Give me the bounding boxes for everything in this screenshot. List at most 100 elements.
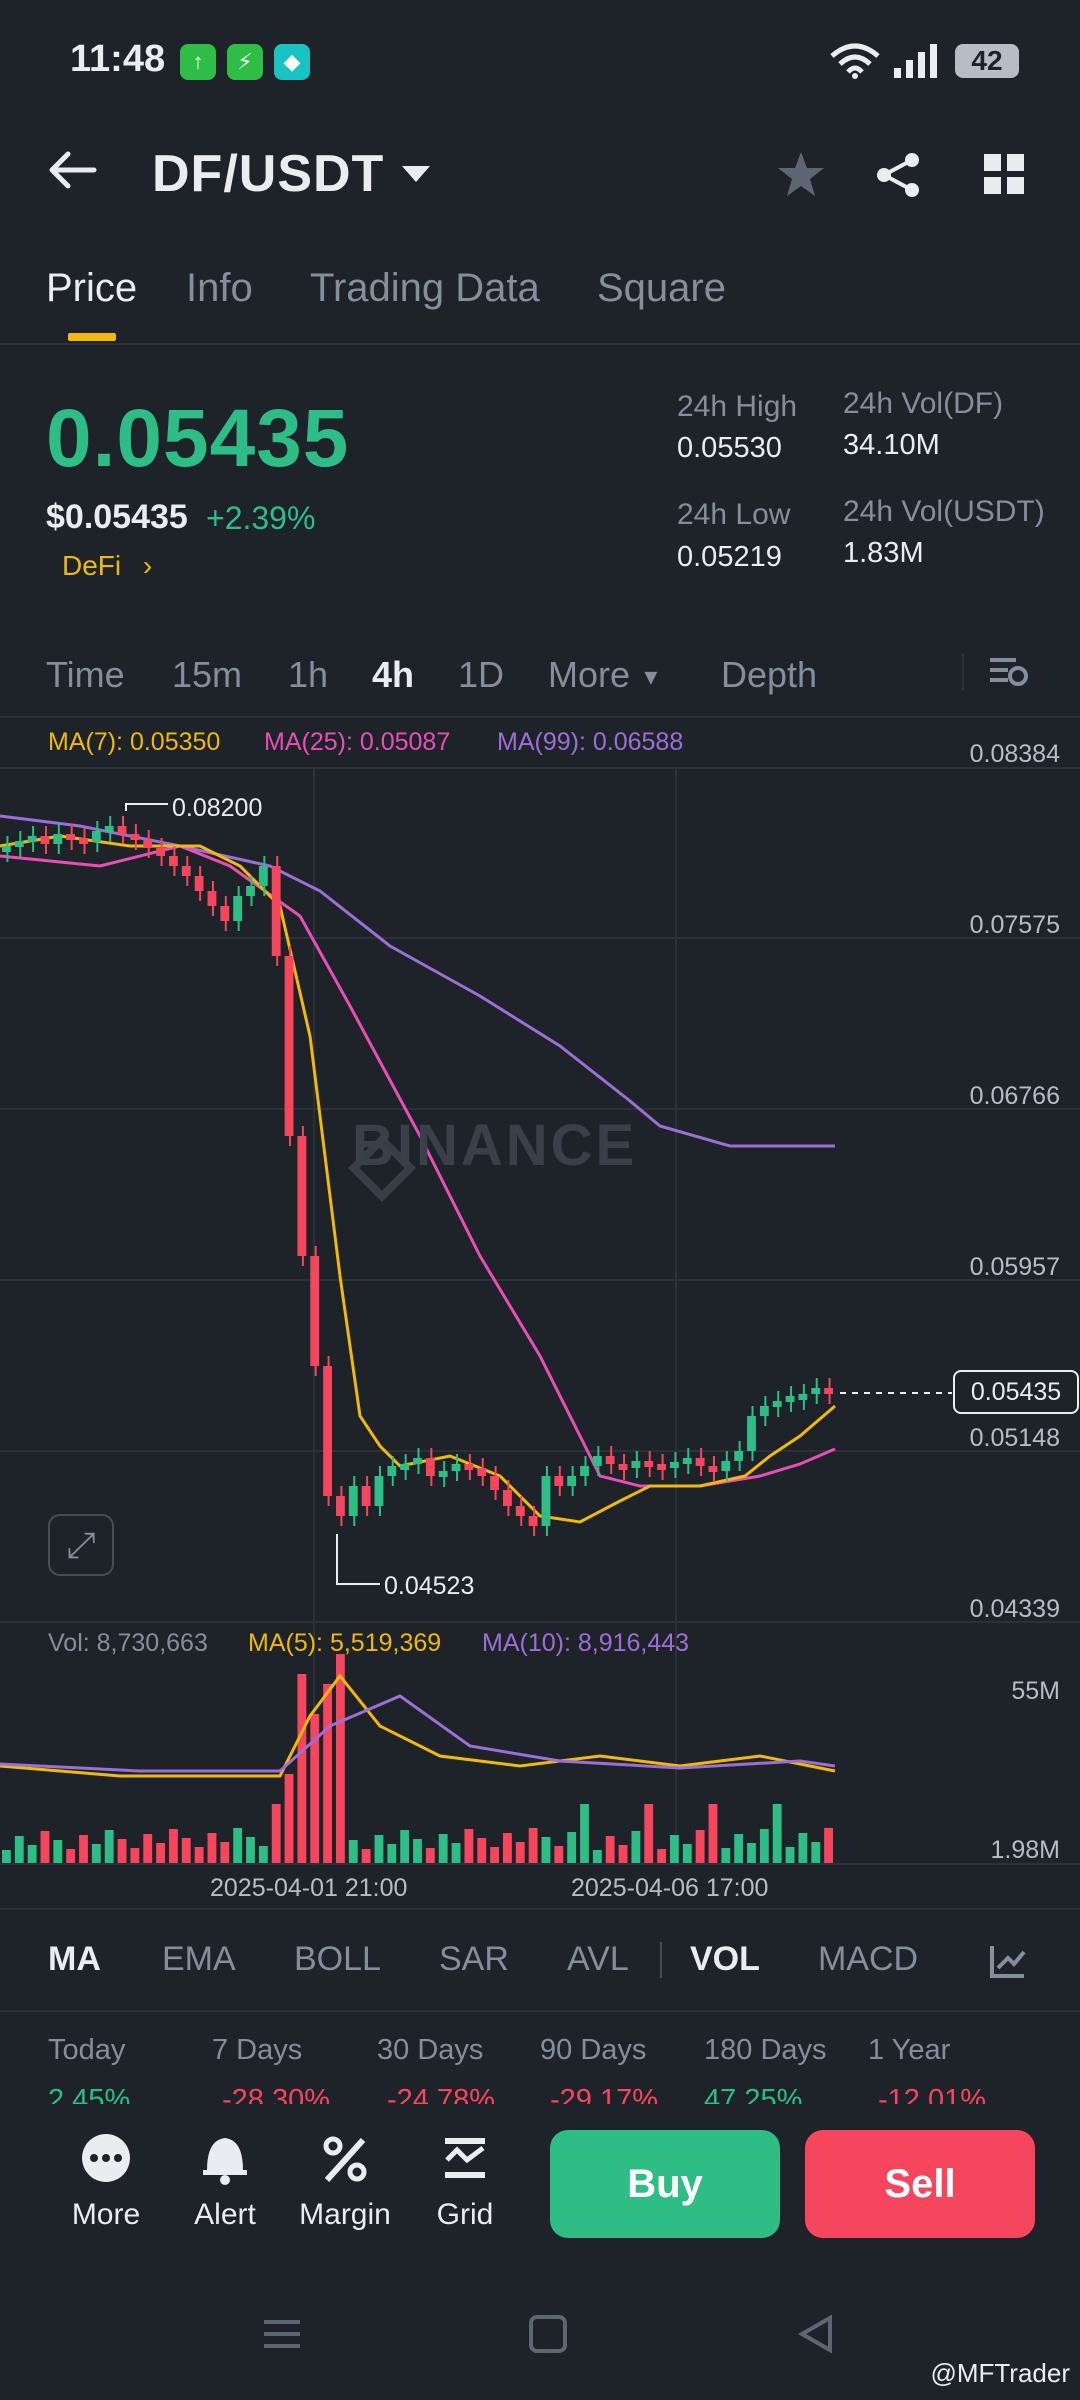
indicator-ema[interactable]: EMA xyxy=(162,1940,236,1979)
interval-1d[interactable]: 1D xyxy=(458,654,504,696)
interval-time[interactable]: Time xyxy=(46,654,125,696)
vol-ma5-line xyxy=(0,1673,836,1778)
back-nav-icon[interactable] xyxy=(796,2314,836,2354)
indicator-settings-icon[interactable] xyxy=(988,1942,1028,1980)
volume-bar xyxy=(91,1844,101,1864)
volume-bar xyxy=(207,1833,217,1864)
volume-bar xyxy=(246,1837,255,1864)
depth-button[interactable]: Depth xyxy=(721,654,817,696)
vpn-shield-icon: ◆ xyxy=(274,44,310,80)
24h-high-value: 0.05530 xyxy=(677,432,782,464)
last-price: 0.05435 xyxy=(46,393,350,484)
expand-chart-icon[interactable]: ⤢ xyxy=(48,1514,114,1576)
24h-vol-quote-value: 1.83M xyxy=(843,537,924,569)
candle-body xyxy=(387,1466,397,1476)
interval-4h[interactable]: 4h xyxy=(372,654,414,696)
interval-more[interactable]: More ▼ xyxy=(548,654,662,696)
pair-dropdown-caret-icon[interactable] xyxy=(402,166,430,182)
chevron-right-icon: › xyxy=(142,550,153,581)
volume-bar xyxy=(490,1847,499,1864)
candle-body xyxy=(644,1461,654,1467)
volume-ma5-legend: MA(5): 5,519,369 xyxy=(248,1629,442,1657)
grid-layout-icon[interactable] xyxy=(982,152,1026,196)
interval-15m[interactable]: 15m xyxy=(172,654,242,696)
24h-high-label: 24h High xyxy=(677,390,798,423)
volume-bar xyxy=(413,1839,422,1864)
candle-body xyxy=(258,866,268,886)
bell-icon xyxy=(203,2138,247,2185)
volume-bar xyxy=(425,1848,435,1864)
y-axis-label: 0.07575 xyxy=(969,911,1060,939)
indicator-ma[interactable]: MA xyxy=(48,1940,101,1979)
perf-label-7d: 7 Days xyxy=(212,2034,303,2066)
x-axis-label: 2025-04-01 21:00 xyxy=(210,1874,408,1902)
candle-body xyxy=(657,1464,666,1470)
candle-body xyxy=(695,1458,705,1466)
recent-apps-icon[interactable] xyxy=(262,2314,302,2354)
perf-value-30d: -24.78% xyxy=(387,2084,496,2104)
volume-y-bottom: 1.98M xyxy=(990,1836,1060,1864)
share-icon[interactable] xyxy=(874,150,924,200)
y-axis-label: 0.06766 xyxy=(969,1082,1060,1110)
candle-body xyxy=(361,1486,371,1506)
indicator-boll[interactable]: BOLL xyxy=(294,1940,381,1979)
candle-body xyxy=(451,1464,461,1471)
volume-bar xyxy=(336,1654,345,1864)
category-tag[interactable]: DeFi › xyxy=(62,550,152,582)
candle-body xyxy=(477,1468,487,1476)
candle-body xyxy=(747,1416,756,1451)
volume-bar xyxy=(181,1838,191,1864)
last-price-marker: 0.05435 xyxy=(953,1370,1079,1414)
candle-body xyxy=(143,840,153,848)
caret-down-icon: ▼ xyxy=(640,664,662,690)
candle-body xyxy=(233,896,243,921)
volume-bar xyxy=(361,1849,371,1864)
home-icon[interactable] xyxy=(528,2314,568,2354)
candlestick-chart[interactable] xyxy=(0,716,1080,1906)
tab-trading-data[interactable]: Trading Data xyxy=(310,266,540,311)
candle-body xyxy=(631,1461,641,1468)
candle-body xyxy=(682,1458,692,1464)
candle-body xyxy=(425,1458,435,1476)
indicator-avl[interactable]: AVL xyxy=(567,1940,629,1979)
indicator-vol[interactable]: VOL xyxy=(690,1940,760,1979)
tab-info[interactable]: Info xyxy=(186,266,253,311)
volume-bar xyxy=(567,1832,577,1864)
tab-price[interactable]: Price xyxy=(46,266,137,311)
candle-body xyxy=(104,826,114,832)
trading-pair-title[interactable]: DF/USDT xyxy=(152,144,384,204)
volume-bar xyxy=(772,1804,782,1864)
indicator-sar[interactable]: SAR xyxy=(439,1940,509,1979)
sell-button[interactable]: Sell xyxy=(805,2130,1035,2238)
volume-bar xyxy=(374,1835,384,1864)
volume-bar xyxy=(811,1842,821,1864)
favorite-star-icon[interactable] xyxy=(776,150,826,198)
candle-body xyxy=(503,1490,512,1506)
candle-body xyxy=(310,1256,320,1366)
volume-bar xyxy=(156,1843,165,1864)
tab-square[interactable]: Square xyxy=(597,266,726,311)
grid-label: Grid xyxy=(436,2198,494,2231)
volume-bar xyxy=(438,1834,448,1864)
volume-bar xyxy=(695,1830,705,1864)
volume-bar xyxy=(53,1840,63,1864)
chart-settings-icon[interactable] xyxy=(988,652,1028,692)
indicator-macd[interactable]: MACD xyxy=(818,1940,918,1979)
volume-bar xyxy=(580,1804,589,1864)
y-axis-label: 0.08384 xyxy=(969,740,1060,768)
back-arrow-icon[interactable] xyxy=(48,150,98,190)
active-tab-indicator xyxy=(68,333,116,341)
volume-bar xyxy=(515,1842,525,1864)
24h-vol-base-label: 24h Vol(DF) xyxy=(843,387,1004,420)
candle-body xyxy=(708,1466,718,1472)
interval-1h[interactable]: 1h xyxy=(288,654,328,696)
perf-value-7d: -28.30% xyxy=(222,2084,331,2104)
app-notification-icon: ↑ xyxy=(180,44,216,80)
volume-bar xyxy=(27,1845,37,1864)
volume-bar xyxy=(14,1836,24,1864)
perf-value-180d: 47.25% xyxy=(704,2084,803,2104)
candle-body xyxy=(117,826,127,834)
volume-bar xyxy=(464,1829,474,1864)
buy-button[interactable]: Buy xyxy=(550,2130,780,2238)
candle-body xyxy=(605,1456,615,1464)
